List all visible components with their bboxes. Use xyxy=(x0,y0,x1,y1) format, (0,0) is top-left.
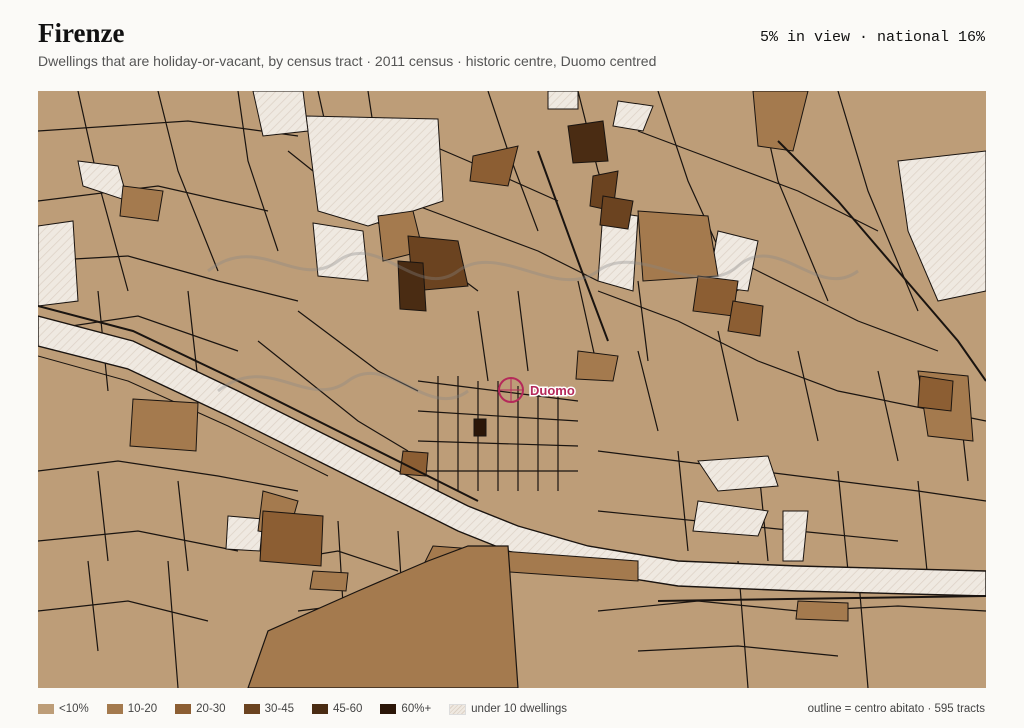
legend-swatch xyxy=(449,703,467,715)
legend-item: 30-45 xyxy=(243,703,294,715)
duomo-label: Duomo xyxy=(530,383,575,398)
legend-label: 30-45 xyxy=(264,703,294,715)
legend-swatch xyxy=(175,704,192,714)
legend-label: 20-30 xyxy=(196,703,226,715)
legend-item: under 10 dwellings xyxy=(449,703,567,715)
vacancy-stat: 5% in view · national 16% xyxy=(759,29,985,46)
boboli-tract xyxy=(247,545,519,688)
legend: <10% 10-20 20-30 30-45 45-60 60%+ under … xyxy=(38,703,585,715)
legend-item: 10-20 xyxy=(106,703,158,715)
choropleth-map[interactable]: Duomo xyxy=(38,91,986,688)
legend-item: <10% xyxy=(38,703,89,715)
legend-item: 45-60 xyxy=(312,703,362,715)
duomo-marker[interactable]: Duomo xyxy=(498,377,576,403)
legend-label: 45-60 xyxy=(333,703,363,715)
legend-swatch xyxy=(380,704,397,714)
legend-swatch xyxy=(106,704,123,714)
tracts-60-plus xyxy=(473,418,487,437)
map-title: Firenze xyxy=(38,18,125,48)
legend-label: 10-20 xyxy=(127,703,158,715)
legend-swatch xyxy=(312,704,328,714)
legend-swatch xyxy=(38,704,54,714)
legend-label: under 10 dwellings xyxy=(471,703,568,715)
footnote: outline = centro abitato · 595 tracts xyxy=(807,703,985,715)
legend-label: <10% xyxy=(59,703,89,715)
legend-item: 60%+ xyxy=(380,703,431,715)
legend-label: 60%+ xyxy=(401,703,432,715)
map-subtitle: Dwellings that are holiday-or-vacant, by… xyxy=(38,53,657,69)
legend-item: 20-30 xyxy=(175,703,226,715)
legend-swatch xyxy=(243,704,260,714)
